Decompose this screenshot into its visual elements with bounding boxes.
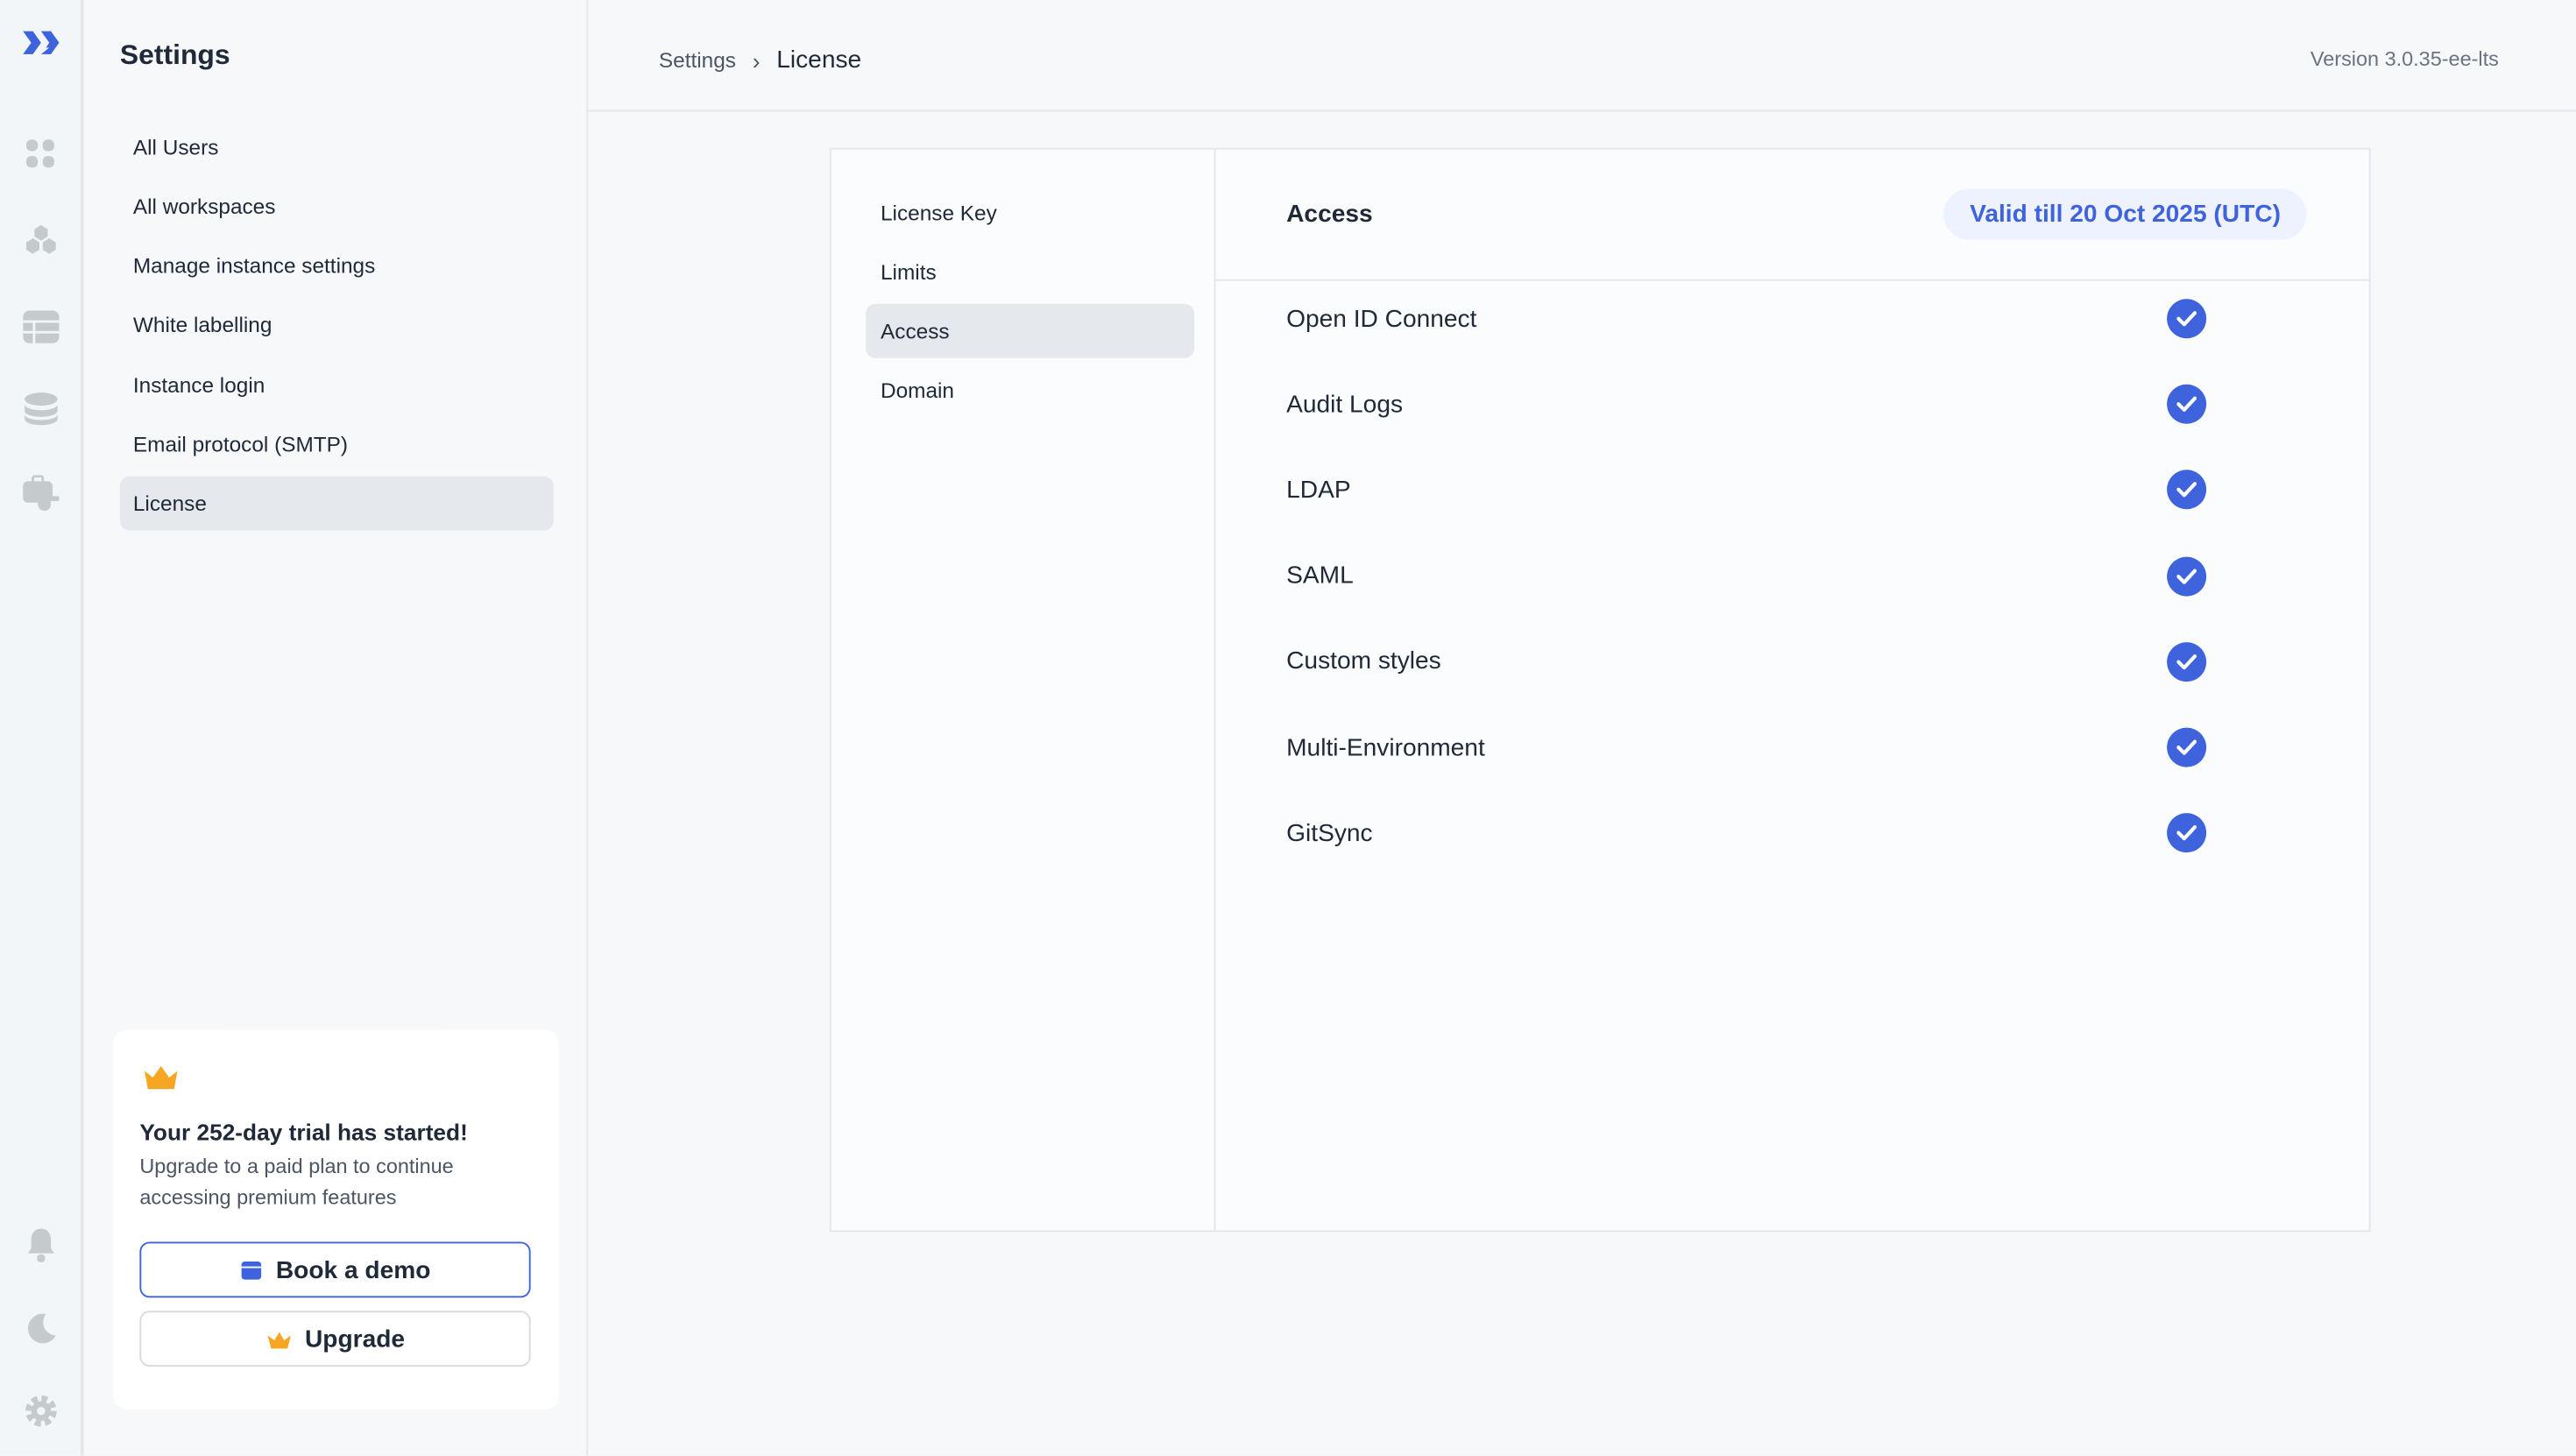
- workflows-icon[interactable]: [21, 220, 60, 259]
- sidebar-item-license[interactable]: License: [119, 476, 554, 531]
- validity-badge: Valid till 20 Oct 2025 (UTC): [1943, 188, 2307, 240]
- feature-row: Multi-Environment: [1286, 723, 2207, 772]
- license-tabs: License Key Limits Access Domain: [832, 149, 1216, 1231]
- feature-row: GitSync: [1286, 809, 2207, 858]
- check-circle-icon: [2167, 641, 2207, 682]
- feature-row: SAML: [1286, 551, 2207, 600]
- feature-label: Custom styles: [1286, 647, 1441, 676]
- feature-label: Audit Logs: [1286, 390, 1404, 419]
- feature-label: Multi-Environment: [1286, 733, 1485, 762]
- sidebar-item-smtp[interactable]: Email protocol (SMTP): [120, 417, 554, 471]
- gear-icon[interactable]: [21, 1391, 60, 1431]
- tab-domain[interactable]: Domain: [866, 363, 1194, 417]
- version-label: Version 3.0.35-ee-lts: [2310, 47, 2499, 71]
- feature-row: LDAP: [1286, 465, 2207, 514]
- feature-label: SAML: [1286, 562, 1354, 590]
- access-title: Access: [1286, 200, 1373, 229]
- tab-access[interactable]: Access: [866, 303, 1195, 358]
- breadcrumb-settings[interactable]: Settings: [659, 47, 736, 72]
- feature-row: Open ID Connect: [1286, 294, 2207, 343]
- logo-icon[interactable]: [21, 23, 60, 62]
- sidebar-item-all-workspaces[interactable]: All workspaces: [120, 179, 554, 233]
- main-content: Settings › License Version 3.0.35-ee-lts…: [588, 0, 2576, 1456]
- header: Settings › License Version 3.0.35-ee-lts: [588, 0, 2576, 112]
- crown-icon: [266, 1331, 291, 1348]
- feature-row: Custom styles: [1286, 637, 2207, 686]
- database-icon[interactable]: [21, 389, 60, 428]
- check-circle-icon: [2167, 385, 2207, 425]
- sidebar-item-all-users[interactable]: All Users: [120, 120, 554, 174]
- check-circle-icon: [2167, 813, 2207, 853]
- sidebar-item-white-labelling[interactable]: White labelling: [120, 297, 554, 351]
- sidebar-title: Settings: [119, 39, 230, 71]
- check-circle-icon: [2167, 727, 2207, 767]
- tab-limits[interactable]: Limits: [866, 244, 1194, 299]
- settings-sidebar: Settings All Users All workspaces Manage…: [83, 0, 589, 1456]
- book-demo-label: Book a demo: [275, 1255, 431, 1284]
- icon-rail: [0, 0, 84, 1456]
- tables-icon[interactable]: [21, 307, 60, 347]
- breadcrumb-license: License: [776, 46, 862, 74]
- feature-label: GitSync: [1286, 819, 1373, 847]
- calendar-icon: [241, 1262, 261, 1280]
- feature-label: LDAP: [1286, 476, 1351, 505]
- check-circle-icon: [2167, 470, 2207, 510]
- trial-body: Upgrade to a paid plan to continue acces…: [139, 1155, 454, 1209]
- upgrade-button[interactable]: Upgrade: [139, 1311, 531, 1367]
- feature-row: Audit Logs: [1286, 379, 2207, 428]
- sidebar-item-manage-instance-settings[interactable]: Manage instance settings: [120, 238, 554, 293]
- chevron-right-icon: ›: [752, 46, 761, 74]
- moon-icon[interactable]: [21, 1309, 60, 1348]
- trial-title: Your 252-day trial has started!: [139, 1118, 468, 1145]
- workspace-constants-icon[interactable]: [21, 475, 60, 514]
- access-header: Access Valid till 20 Oct 2025 (UTC): [1215, 150, 2369, 281]
- crown-icon: [143, 1063, 179, 1100]
- license-card: License Key Limits Access Domain Access …: [829, 147, 2371, 1233]
- check-circle-icon: [2167, 299, 2207, 339]
- trial-card: Your 252-day trial has started! Upgrade …: [113, 1029, 559, 1410]
- bell-icon[interactable]: [21, 1226, 60, 1265]
- breadcrumb: Settings › License: [659, 46, 861, 74]
- check-circle-icon: [2167, 555, 2207, 596]
- upgrade-label: Upgrade: [304, 1325, 406, 1354]
- book-demo-button[interactable]: Book a demo: [139, 1241, 531, 1298]
- feature-label: Open ID Connect: [1286, 304, 1477, 333]
- apps-icon[interactable]: [21, 135, 60, 174]
- tab-license-key[interactable]: License Key: [866, 186, 1194, 240]
- sidebar-item-instance-login[interactable]: Instance login: [120, 358, 554, 413]
